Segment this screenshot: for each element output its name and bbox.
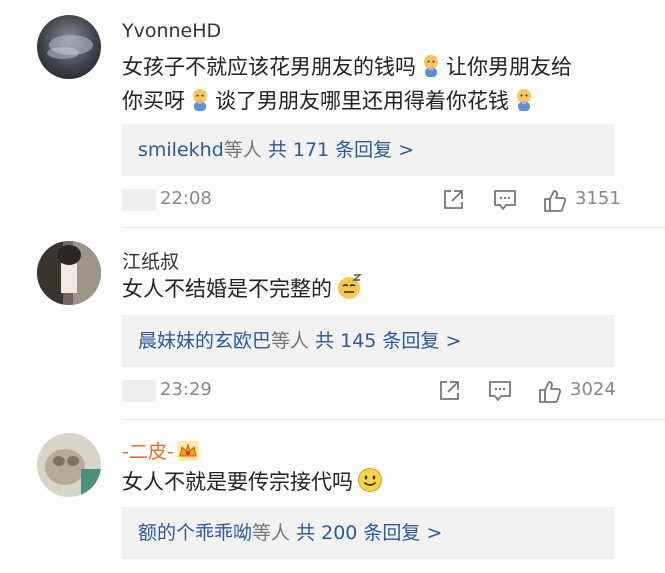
comment-text-line: 女人不结婚是不完整的 [122,277,332,301]
baby-bottle-emoji [517,89,531,111]
reply-users[interactable]: 额的个乖乖呦 [138,522,252,544]
like-count: 3151 [575,188,621,209]
username[interactable]: -二皮- [122,437,199,464]
like-icon[interactable] [538,380,562,404]
replies-summary[interactable]: 晨妹妹的玄欧巴等人 共 145 条回复 > [122,315,614,367]
timestamp: 22:08 [160,188,212,209]
comment-text-line: 让你男朋友给 [446,55,572,79]
replies-summary[interactable]: smilekhd等人 共 171 条回复 > [122,124,614,176]
replies-summary[interactable]: 额的个乖乖呦等人 共 200 条回复 > [122,507,614,559]
comment-item: 江纸叔 女人不结婚是不完整的 晨妹妹的玄欧巴等人 共 145 条回复 > 23:… [0,228,665,420]
timestamp: 23:29 [160,379,212,400]
smile-emoji [358,468,382,492]
comment-text: 女人不就是要传宗接代吗 [122,465,632,499]
avatar[interactable] [37,241,101,305]
reply-users[interactable]: smilekhd [138,139,224,161]
comment-text: 女人不结婚是不完整的 [122,272,632,306]
baby-bottle-emoji [193,89,207,111]
like-icon[interactable] [543,189,567,213]
crown-badge-icon [176,441,199,461]
username[interactable]: YvonneHD [122,20,221,42]
comment-icon[interactable] [493,189,517,211]
share-icon[interactable] [442,189,464,211]
like-count: 3024 [570,379,616,400]
baby-bottle-emoji [424,55,438,77]
sleepy-smirk-emoji [338,274,362,299]
comment-text-line: 女孩子不就应该花男朋友的钱吗 [122,55,416,79]
comment-item: YvonneHD 女孩子不就应该花男朋友的钱吗 让你男朋友给 你买呀 谈了男朋友哪里… [0,0,665,228]
comment-text: 女孩子不就应该花男朋友的钱吗 让你男朋友给 你买呀 谈了男朋友哪里还用得着你花钱 [122,50,632,118]
source-blur [122,380,156,402]
comment-item: -二皮- 女人不就是要传宗接代吗 额的个乖乖呦等人 共 200 条回复 > [0,420,665,573]
reply-count[interactable]: 共 171 条回复 > [268,139,414,161]
avatar[interactable] [37,15,101,79]
comment-meta: 23:29 3024 [0,377,665,407]
comment-text-line: 你买呀 [122,89,185,113]
avatar[interactable] [37,433,101,497]
reply-count[interactable]: 共 200 条回复 > [296,522,442,544]
comment-meta: 22:08 3151 [0,186,665,216]
reply-mid: 等人 [252,522,291,544]
share-icon[interactable] [438,380,460,402]
reply-mid: 等人 [223,139,262,161]
username-text[interactable]: -二皮- [122,441,174,463]
reply-mid: 等人 [271,330,310,352]
username[interactable]: 江纸叔 [122,247,179,274]
comment-icon[interactable] [488,380,512,402]
reply-count[interactable]: 共 145 条回复 > [315,330,461,352]
reply-users[interactable]: 晨妹妹的玄欧巴 [138,330,271,352]
source-blur [122,189,156,211]
comment-text-line: 女人不就是要传宗接代吗 [122,470,353,494]
comment-text-line: 谈了男朋友哪里还用得着你花钱 [215,89,509,113]
